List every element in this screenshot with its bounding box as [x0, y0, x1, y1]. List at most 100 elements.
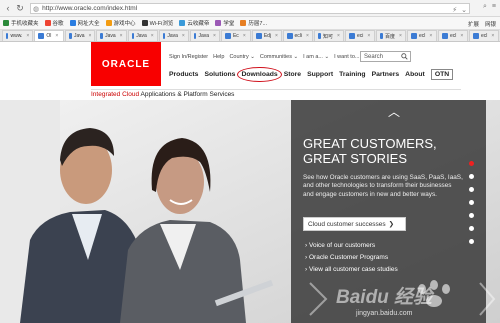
sign-in-link[interactable]: Sign In/Register [169, 54, 208, 60]
tab-favicon-icon [317, 33, 322, 39]
customer-programs-link[interactable]: Oracle Customer Programs [305, 252, 398, 264]
close-tab-icon[interactable]: × [243, 33, 246, 39]
promo-panel: ︿ [291, 100, 486, 323]
communities-menu[interactable]: Communities ⌄ [260, 54, 298, 60]
case-studies-link[interactable]: View all customer case studies [305, 264, 398, 276]
bookmark-item[interactable]: 历届7... [240, 19, 267, 27]
browser-tab[interactable]: Edj × [251, 30, 282, 41]
hero-title: GREAT CUSTOMERS, GREAT STORIES [303, 136, 437, 166]
tab-label: ecl [449, 33, 457, 39]
slide-dot[interactable] [469, 239, 474, 244]
bookmark-item[interactable]: Wi-Fi浏览 [141, 19, 173, 27]
header-divider [91, 89, 461, 90]
nav-store[interactable]: Store [284, 71, 301, 78]
i-am-a-menu[interactable]: I am a... ⌄ [303, 54, 329, 60]
country-menu[interactable]: Country ⌄ [229, 54, 254, 60]
browser-tab[interactable]: ecl × [406, 30, 437, 41]
browser-tab[interactable]: Ec × [220, 30, 251, 41]
nav-support[interactable]: Support [307, 71, 333, 78]
close-tab-icon[interactable]: × [275, 33, 278, 39]
browser-tab[interactable]: 知可 × [313, 30, 344, 41]
url-field[interactable]: ◍ http://www.oracle.com/index.html ⚡ ⌄ [30, 3, 470, 14]
bookmark-icon [44, 20, 51, 26]
nav-partners[interactable]: Partners [372, 71, 400, 78]
tab-favicon-icon [441, 33, 448, 39]
close-tab-icon[interactable]: × [460, 33, 463, 39]
bookmark-item[interactable]: 网址大全 [69, 19, 100, 27]
nav-about[interactable]: About [405, 71, 425, 78]
close-tab-icon[interactable]: × [55, 33, 58, 39]
menu-icon[interactable]: ≡ [492, 3, 496, 11]
browser-tab[interactable]: Java × [127, 30, 158, 41]
browser-tab[interactable]: ecl × [437, 30, 468, 41]
back-icon[interactable]: ‹ [2, 2, 14, 14]
close-tab-icon[interactable]: × [337, 33, 340, 39]
bank-button[interactable]: 网银 [485, 20, 496, 28]
browser-tab[interactable]: Ol × [34, 30, 65, 41]
cloud-customer-successes-button[interactable]: Cloud customer successes ❯ [303, 217, 406, 231]
tab-favicon-icon [6, 33, 9, 39]
browser-tab[interactable]: Java × [65, 30, 96, 41]
otn-button[interactable]: OTN [430, 69, 454, 80]
browser-tab[interactable]: ecl × [468, 30, 499, 41]
lightning-icon[interactable]: ⚡ [452, 6, 457, 14]
tab-label: ecl [480, 33, 488, 39]
close-tab-icon[interactable]: × [26, 33, 29, 39]
bookmark-item[interactable]: 手机收藏夹 [3, 19, 39, 27]
slide-dot[interactable] [469, 161, 474, 166]
chevron-right-icon: ❯ [388, 221, 395, 228]
browser-tab[interactable]: Java × [189, 30, 220, 41]
search-icon[interactable] [401, 53, 408, 60]
nav-training[interactable]: Training [339, 71, 365, 78]
tab-label: Edj [263, 33, 272, 39]
oracle-logo[interactable]: ORACLE [91, 42, 161, 86]
tab-label: eci [356, 33, 364, 39]
close-tab-icon[interactable]: × [213, 33, 216, 39]
slide-dot[interactable] [469, 213, 474, 218]
bookmark-item[interactable]: 谷歌 [44, 19, 64, 27]
nav-solutions[interactable]: Solutions [204, 71, 235, 78]
tab-label: Java [105, 33, 116, 39]
extensions-button[interactable]: 扩展 [468, 20, 479, 28]
close-tab-icon[interactable]: × [367, 33, 370, 39]
browser-tab[interactable]: ecli × [282, 30, 313, 41]
browser-tab[interactable]: eci × [344, 30, 375, 41]
site-header: ORACLE Sign In/Register Help Country ⌄ C… [0, 42, 500, 100]
bookmark-item[interactable]: 游戏中心 [105, 19, 136, 27]
browser-tab[interactable]: Java × [96, 30, 127, 41]
refresh-icon[interactable]: ↻ [14, 2, 26, 14]
slide-dot[interactable] [469, 226, 474, 231]
hero-banner: ︿ [0, 100, 500, 323]
tab-strip: www. × Ol × Java × Java × Java × Java × Java × Ec × Edj ×… [0, 30, 500, 42]
search-input[interactable]: Search [360, 51, 411, 62]
search-icon[interactable]: ⌕ [483, 3, 487, 11]
slide-dot[interactable] [469, 187, 474, 192]
close-tab-icon[interactable]: × [429, 33, 432, 39]
close-tab-icon[interactable]: × [151, 33, 154, 39]
subtitle-text: Applications & Platform Services [139, 91, 235, 98]
slide-dot[interactable] [469, 174, 474, 179]
help-link[interactable]: Help [213, 54, 224, 60]
voice-of-customers-link[interactable]: Voice of our customers [305, 240, 398, 252]
close-tab-icon[interactable]: × [89, 33, 92, 39]
bookmark-icon [215, 20, 222, 26]
slide-dot[interactable] [469, 200, 474, 205]
tab-favicon-icon [38, 33, 45, 39]
bookmark-item[interactable]: 云收藏帝 [179, 19, 209, 27]
nav-downloads[interactable]: Downloads [237, 67, 283, 82]
close-tab-icon[interactable]: × [182, 33, 185, 39]
browser-tab[interactable]: www. × [2, 30, 34, 41]
dropdown-icon[interactable]: ⌄ [461, 6, 467, 14]
tab-label: Java [73, 33, 85, 39]
close-tab-icon[interactable]: × [399, 33, 402, 39]
close-tab-icon[interactable]: × [120, 33, 123, 39]
close-tab-icon[interactable]: × [306, 33, 309, 39]
nav-products[interactable]: Products [169, 71, 198, 78]
browser-tab[interactable]: 百度 × [375, 30, 406, 41]
tab-favicon-icon [100, 33, 104, 39]
close-tab-icon[interactable]: × [491, 33, 494, 39]
tab-label: ecli [294, 33, 303, 39]
browser-tab[interactable]: Java × [158, 30, 189, 41]
chevron-up-icon[interactable]: ︿ [388, 106, 400, 118]
bookmark-item[interactable]: 学堂 [215, 19, 234, 27]
